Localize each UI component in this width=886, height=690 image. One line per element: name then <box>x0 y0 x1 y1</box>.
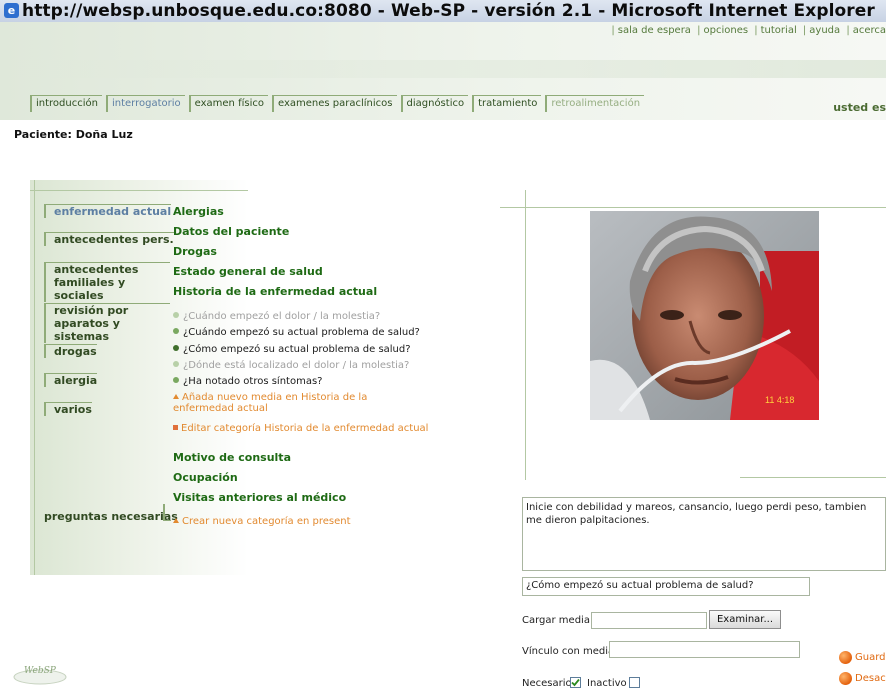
question-input[interactable]: ¿Cómo empezó su actual problema de salud… <box>522 577 810 596</box>
patient-name: Paciente: Doña Luz <box>14 128 133 141</box>
edit-category-link[interactable]: Editar categoría Historia de la enfermed… <box>173 423 428 434</box>
patient-photo: 11 4:18 <box>590 211 819 420</box>
window-title: http://websp.unbosque.edu.co:8080 - Web-… <box>22 1 875 21</box>
sidebar-item-varios[interactable]: varios <box>44 402 92 416</box>
status-dot-icon <box>173 312 179 318</box>
status-dot-icon <box>173 377 179 383</box>
topnav-sala-de-espera[interactable]: sala de espera <box>618 25 691 36</box>
tab-introduccion[interactable]: introducción <box>30 95 102 112</box>
status-dot-icon <box>173 345 179 351</box>
topnav-ayuda[interactable]: ayuda <box>809 25 840 36</box>
topnav-opciones[interactable]: opciones <box>704 25 749 36</box>
tab-examen-fisico[interactable]: examen físico <box>188 95 268 112</box>
examinar-button[interactable]: Examinar... <box>709 610 781 629</box>
necesario-label: Necesario <box>522 678 572 689</box>
add-icon <box>173 394 179 399</box>
save-button[interactable]: Guarda <box>855 652 886 663</box>
category-visitas-anteriores[interactable]: Visitas anteriores al médico <box>173 491 346 504</box>
status-dot-icon <box>173 328 179 334</box>
question-item-selected[interactable]: ¿Cómo empezó su actual problema de salud… <box>173 344 411 355</box>
main-tabs: introducción interrogatorio examen físico e… <box>30 95 648 113</box>
preguntas-necesarias-label[interactable]: preguntas necesarias <box>44 510 178 523</box>
window-title-bar: e http://websp.unbosque.edu.co:8080 - We… <box>0 0 886 23</box>
topnav-tutorial[interactable]: tutorial <box>761 25 797 36</box>
sidebar-item-alergia[interactable]: alergia <box>44 373 98 387</box>
tab-examenes-paraclinicos[interactable]: examenes paraclínicos <box>271 95 397 112</box>
ie-icon: e <box>4 3 19 18</box>
question-item[interactable]: ¿Cuándo empezó su actual problema de sal… <box>173 327 420 338</box>
add-media-link[interactable]: Añada nuevo media en Historia de la enfe… <box>173 392 413 414</box>
cargar-media-label: Cargar media: <box>522 615 594 626</box>
category-datos-del-paciente[interactable]: Datos del paciente <box>173 225 289 238</box>
websp-logo: WebSP <box>12 660 68 686</box>
category-drogas[interactable]: Drogas <box>173 245 217 258</box>
create-category-link[interactable]: Crear nueva categoría en present <box>173 516 351 527</box>
patient-photo-image: 11 4:18 <box>590 211 819 420</box>
inactivo-checkbox[interactable] <box>629 677 640 688</box>
necesario-checkbox[interactable] <box>570 677 581 688</box>
top-navigation: | sala de espera | opciones | tutorial | ayu… <box>611 25 886 36</box>
deactivate-button[interactable]: Desact <box>855 673 886 684</box>
category-ocupacion[interactable]: Ocupación <box>173 471 238 484</box>
bracket-decoration <box>163 504 171 521</box>
edit-icon <box>173 425 178 430</box>
status-dot-icon <box>173 361 179 367</box>
answer-textarea[interactable]: Inicie con debilidad y mareos, cansancio… <box>522 497 886 571</box>
header-band <box>0 60 886 78</box>
divider <box>34 180 35 575</box>
sidebar-item-revision-por-aparatos[interactable]: revisión por aparatos y sistemas <box>44 303 170 343</box>
topnav-acerca[interactable]: acerca <box>853 25 886 36</box>
media-file-input[interactable] <box>591 612 707 629</box>
deactivate-icon[interactable] <box>839 672 852 685</box>
divider <box>525 190 526 480</box>
sidebar-item-antecedentes-familiares[interactable]: antecedentes familiales y sociales <box>44 262 170 302</box>
save-icon[interactable] <box>839 651 852 664</box>
sidebar-item-antecedentes-pers[interactable]: antecedentes pers. <box>44 232 174 246</box>
sidebar-item-enfermedad-actual[interactable]: enfermedad actual <box>44 204 172 218</box>
inactivo-label: Inactivo <box>587 678 627 689</box>
divider <box>30 190 248 191</box>
media-link-input[interactable] <box>609 641 800 658</box>
tab-tratamiento[interactable]: tratamiento <box>472 95 542 112</box>
divider <box>500 207 886 208</box>
tab-retroalimentacion[interactable]: retroalimentación <box>545 95 645 112</box>
tab-diagnostico[interactable]: diagnóstico <box>400 95 469 112</box>
vinculo-media-label: Vínculo con media: <box>522 646 618 657</box>
websp-logo-icon: WebSP <box>13 666 67 685</box>
category-alergias[interactable]: Alergias <box>173 205 224 218</box>
tab-interrogatorio[interactable]: interrogatorio <box>105 95 185 112</box>
category-estado-general[interactable]: Estado general de salud <box>173 265 323 278</box>
svg-text:WebSP: WebSP <box>24 666 57 676</box>
user-status: usted es <box>833 101 886 114</box>
question-item[interactable]: ¿Cuándo empezó el dolor / la molestia? <box>173 311 380 322</box>
sidebar-item-drogas[interactable]: drogas <box>44 344 97 358</box>
photo-timestamp: 11 4:18 <box>765 395 794 405</box>
category-motivo-de-consulta[interactable]: Motivo de consulta <box>173 451 291 464</box>
divider <box>740 477 886 478</box>
add-icon <box>173 518 179 523</box>
question-item[interactable]: ¿Ha notado otros síntomas? <box>173 376 322 387</box>
category-historia-enfermedad[interactable]: Historia de la enfermedad actual <box>173 285 377 298</box>
question-item[interactable]: ¿Dónde está localizado el dolor / la mol… <box>173 360 409 371</box>
